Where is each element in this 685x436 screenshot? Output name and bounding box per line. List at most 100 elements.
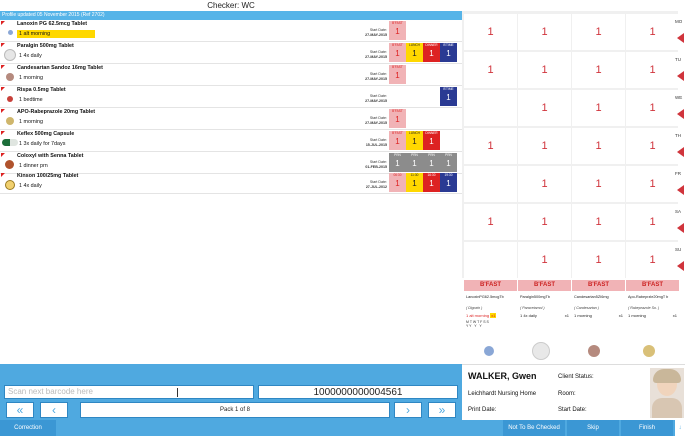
card-drug-name: Paralgin500mgTb <box>520 295 550 299</box>
dose-cell[interactable]: 1 <box>626 128 679 164</box>
download-button[interactable]: ↓ <box>675 420 685 436</box>
dose-cell[interactable]: 1 <box>518 14 571 50</box>
card-drug-name: Candesartan5ZI6mg <box>574 295 609 299</box>
dose-slot: B'FAST 1 <box>389 131 406 150</box>
dose-cell[interactable] <box>464 242 517 278</box>
dose-cell[interactable]: 1 <box>518 242 571 278</box>
finish-button[interactable]: Finish <box>621 420 673 436</box>
flag-icon <box>1 109 5 113</box>
barcode-display: 1000000000004561 <box>258 385 458 399</box>
card-generic: ( Rabeprazole So. ) <box>628 306 660 310</box>
medication-dose: 1 4x daily <box>19 53 42 59</box>
dose-cell[interactable]: 1 <box>572 204 625 240</box>
dose-cell[interactable]: 1 <box>626 242 679 278</box>
pill-icon <box>8 30 13 35</box>
pill-icon <box>4 49 16 61</box>
next-pack-button[interactable]: › <box>394 402 422 418</box>
medication-name: APO-Rabeprazole 20mg Tablet <box>17 109 96 115</box>
dose-cell[interactable]: 1 <box>518 52 571 88</box>
chevron-left-icon: ‹ <box>52 403 56 417</box>
medication-row[interactable]: Rispa 0.5mg Tablet 1 bedtime Start Date: 27… <box>0 86 462 108</box>
dose-grid: 1111111111111111111111111 <box>462 11 679 278</box>
client-status-label: Client Status: <box>558 374 594 380</box>
last-pack-button[interactable]: » <box>428 402 456 418</box>
dose-cell[interactable]: 1 <box>572 166 625 202</box>
medication-row[interactable]: Coloxyl with Senna Tablet 1 dinner prn Sta… <box>0 152 462 174</box>
dose-cell[interactable] <box>464 90 517 126</box>
medication-row[interactable]: Lanoxin PG 62.5mcg Tablet 1 alt morning St… <box>0 20 462 42</box>
medication-dose: 1 bedtime <box>19 97 43 103</box>
medication-list: Lanoxin PG 62.5mcg Tablet 1 alt morning St… <box>0 20 462 357</box>
dose-cell[interactable]: 1 <box>518 128 571 164</box>
card-dose: 1 morning x1 <box>574 313 623 318</box>
patient-photo <box>650 368 684 418</box>
dose-cell[interactable]: 1 <box>464 204 517 240</box>
arrow-left-icon[interactable] <box>677 71 684 81</box>
first-pack-button[interactable]: « <box>6 402 34 418</box>
dose-cell[interactable]: 1 <box>464 52 517 88</box>
dose-cell[interactable]: 1 <box>572 242 625 278</box>
arrow-left-icon[interactable] <box>677 223 684 233</box>
card-dose: 1 alt morning x1 <box>466 313 497 318</box>
dose-cell[interactable]: 1 <box>464 14 517 50</box>
dose-cell[interactable]: 1 <box>464 128 517 164</box>
arrow-left-icon[interactable] <box>677 261 684 271</box>
dose-cell[interactable] <box>464 166 517 202</box>
not-to-be-checked-button[interactable]: Not To Be Checked <box>503 420 565 436</box>
pill-icon <box>2 139 18 146</box>
start-date: Start Date: 27-MAY-2015 <box>365 72 387 81</box>
scan-panel: Scan next barcode here 1000000000004561 … <box>0 364 462 420</box>
arrow-left-icon[interactable] <box>677 147 684 157</box>
correction-button[interactable]: Correction <box>0 420 56 436</box>
card-header: B'FAST <box>572 280 625 291</box>
dose-cell[interactable]: 1 <box>518 166 571 202</box>
start-date: Start Date: 27-JUL-2012 <box>365 180 387 189</box>
chevron-right-icon: › <box>406 403 410 417</box>
flag-icon <box>1 21 5 25</box>
dose-cell[interactable]: 1 <box>572 52 625 88</box>
day-label: WE <box>675 95 683 100</box>
dose-cell[interactable]: 1 <box>626 90 679 126</box>
pill-image-yellow <box>643 345 655 357</box>
dose-cell[interactable]: 1 <box>626 166 679 202</box>
card-header: B'FAST <box>464 280 517 291</box>
dose-cell[interactable]: 1 <box>572 90 625 126</box>
medication-row[interactable]: Keflex 500mg Capsule 1 3x daily for 7days… <box>0 130 462 152</box>
arrow-left-icon[interactable] <box>677 109 684 119</box>
dose-cell[interactable]: 1 <box>626 204 679 240</box>
start-date: Start Date: 27-MAY-2015 <box>365 28 387 37</box>
pack-indicator: Pack 1 of 8 <box>80 402 390 418</box>
medication-row[interactable]: Kinson 100/25mg Tablet 1 4x daily Start Da… <box>0 172 462 194</box>
arrow-left-icon[interactable] <box>677 185 684 195</box>
dose-cell[interactable]: 1 <box>518 90 571 126</box>
skip-button[interactable]: Skip <box>567 420 619 436</box>
card-header: B'FAST <box>518 280 571 291</box>
dose-slot: B'FAST 1 <box>389 109 406 128</box>
nursing-home: Leichhardt Nursing Home <box>468 391 537 397</box>
dose-slot: LUNCH 1 <box>406 131 423 150</box>
pill-icon <box>5 180 15 190</box>
card-drug-name: LanoxinPG62.5mcgTb <box>466 295 504 299</box>
dose-slot: PRN 1 <box>440 153 457 172</box>
start-date: Start Date: 15-JUL-2015 <box>365 138 387 147</box>
dose-slot: DINNER 1 <box>423 43 440 62</box>
arrow-left-icon[interactable] <box>677 33 684 43</box>
pill-image-blue <box>484 346 494 356</box>
medication-name: Keflex 500mg Capsule <box>17 131 75 137</box>
pill-image-pink <box>588 345 600 357</box>
start-date: Start Date: 27-MAY-2015 <box>365 94 387 103</box>
medication-row[interactable]: APO-Rabeprazole 20mg Tablet 1 morning Star… <box>0 108 462 130</box>
dose-cell[interactable]: 1 <box>572 14 625 50</box>
dose-cell[interactable]: 1 <box>626 14 679 50</box>
medication-dose: 1 morning <box>19 75 43 81</box>
medication-row[interactable]: Candesartan Sandoz 16mg Tablet 1 morning S… <box>0 64 462 86</box>
previous-pack-button[interactable]: ‹ <box>40 402 68 418</box>
medication-row[interactable]: Paralgin 500mg Tablet 1 4x daily Start Dat… <box>0 42 462 64</box>
double-chevron-left-icon: « <box>16 403 24 417</box>
barcode-scan-input[interactable]: Scan next barcode here <box>4 385 254 399</box>
flag-icon <box>1 65 5 69</box>
dose-cell[interactable]: 1 <box>572 128 625 164</box>
medication-name: Lanoxin PG 62.5mcg Tablet <box>17 21 87 27</box>
dose-cell[interactable]: 1 <box>518 204 571 240</box>
dose-cell[interactable]: 1 <box>626 52 679 88</box>
